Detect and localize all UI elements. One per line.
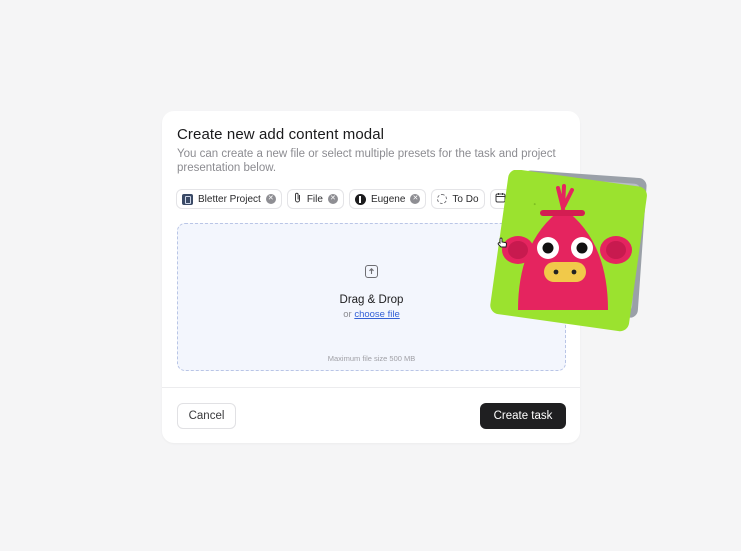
footer-divider (162, 387, 580, 388)
chip-file[interactable]: File ✕ (286, 189, 344, 209)
create-task-button[interactable]: Create task (480, 403, 566, 429)
remove-file-icon[interactable]: ✕ (327, 194, 338, 204)
chip-status-label: To Do (452, 193, 479, 205)
project-icon (182, 193, 193, 205)
monkey-illustration[interactable] (488, 169, 648, 334)
dropzone-or-text: or (343, 309, 352, 320)
choose-file-link[interactable]: choose file (354, 309, 399, 320)
preset-chips: Bletter Project ✕ File ✕ Eugene ✕ To Do (176, 189, 511, 209)
paperclip-icon (293, 192, 302, 206)
remove-assignee-icon[interactable]: ✕ (410, 194, 421, 204)
hand-cursor-icon (497, 236, 508, 254)
chip-file-label: File (306, 193, 323, 205)
remove-project-icon[interactable]: ✕ (265, 194, 276, 204)
upload-icon (365, 265, 378, 278)
cancel-button[interactable]: Cancel (177, 403, 236, 429)
user-icon (354, 193, 366, 205)
max-file-size: Maximum file size 500 MB (327, 354, 416, 363)
dashed-circle-icon (437, 194, 448, 204)
chip-assignee-label: Eugene (370, 193, 406, 205)
modal-title: Create new add content modal (177, 126, 385, 143)
chip-project-label: Bletter Project (198, 193, 261, 205)
chip-status[interactable]: To Do (431, 189, 485, 209)
chip-assignee[interactable]: Eugene ✕ (348, 189, 427, 209)
chip-project[interactable]: Bletter Project ✕ (176, 189, 282, 209)
